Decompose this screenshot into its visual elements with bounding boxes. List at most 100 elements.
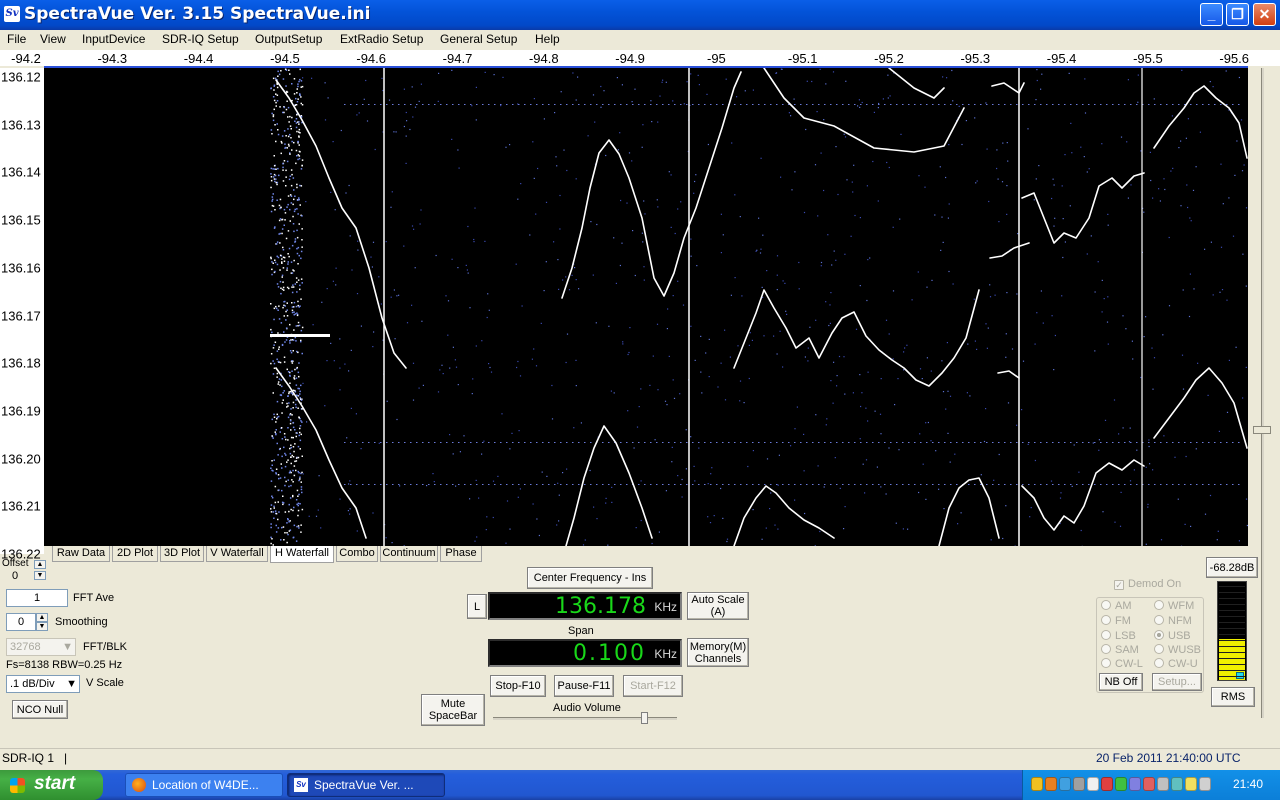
time-tick-label: 136.21 xyxy=(1,498,41,514)
pause-button[interactable]: Pause-F11 xyxy=(554,675,614,697)
radio-am[interactable]: AM xyxy=(1101,600,1132,612)
frequency-display[interactable]: 136.178 KHz xyxy=(488,592,682,620)
radio-wfm[interactable]: WFM xyxy=(1154,600,1194,612)
frequency-tick-label: -95.5 xyxy=(1133,51,1163,66)
close-button[interactable]: ✕ xyxy=(1253,3,1276,26)
mute-button[interactable]: Mute SpaceBar xyxy=(421,694,485,726)
memory-channels-button[interactable]: Memory(M) Channels xyxy=(687,638,749,667)
radio-cw-u[interactable]: CW-U xyxy=(1154,658,1198,670)
span-display[interactable]: 0.100 KHz xyxy=(488,639,682,667)
tab-combo[interactable]: Combo xyxy=(336,546,378,562)
window-title: SpectraVue Ver. 3.15 SpectraVue.ini xyxy=(24,4,371,24)
audio-volume-thumb[interactable] xyxy=(640,712,648,724)
tab-v-waterfall[interactable]: V Waterfall xyxy=(206,546,268,562)
demod-on-label: Demod On xyxy=(1128,578,1182,590)
radio-cw-l[interactable]: CW-L xyxy=(1101,658,1143,670)
fft-blk-value: 32768 xyxy=(10,641,41,653)
start-button[interactable]: Start-F12 xyxy=(623,675,683,697)
smoothing-input[interactable]: 0 xyxy=(6,613,36,631)
frequency-axis: -94.2 -94.3 -94.4 -94.5 -94.6 -94.7 -94.8 -94.9… xyxy=(0,50,1280,66)
tray-app-icon[interactable] xyxy=(1157,777,1169,791)
meter-segment xyxy=(1219,610,1245,611)
nco-null-button[interactable]: NCO Null xyxy=(12,700,68,719)
taskbar-item-label: SpectraVue Ver. ... xyxy=(314,778,414,792)
meter-segment xyxy=(1219,640,1245,641)
center-frequency-button[interactable]: Center Frequency - Ins xyxy=(527,567,653,589)
audio-volume-track[interactable] xyxy=(493,717,677,720)
radio-wusb[interactable]: WUSB xyxy=(1154,644,1201,656)
smoothing-up[interactable]: ▲ xyxy=(36,613,48,622)
meter-segment xyxy=(1219,634,1245,635)
nb-off-button[interactable]: NB Off xyxy=(1099,673,1143,691)
offset-down[interactable]: ▼ xyxy=(34,571,46,580)
minimize-button[interactable]: _ xyxy=(1200,3,1223,26)
slider-thumb[interactable] xyxy=(1253,426,1271,434)
tab-phase[interactable]: Phase xyxy=(440,546,482,562)
carrier-trace-6 xyxy=(733,485,835,546)
menu-general-setup[interactable]: General Setup xyxy=(440,32,517,46)
taskbar-firefox-item[interactable]: Location of W4DE... xyxy=(125,773,283,797)
tray-app-icon[interactable] xyxy=(1199,777,1211,791)
tray-app-icon[interactable] xyxy=(1129,777,1141,791)
tray-app-icon[interactable] xyxy=(1073,777,1085,791)
tray-app-icon[interactable] xyxy=(1087,777,1099,791)
tray-app-icon[interactable] xyxy=(1115,777,1127,791)
tray-app-icon[interactable] xyxy=(1143,777,1155,791)
fft-blk-select[interactable]: 32768 ▼ xyxy=(6,638,76,656)
offset-up[interactable]: ▲ xyxy=(34,560,46,569)
radio-wusb-label: WUSB xyxy=(1168,644,1201,656)
spectravue-app-icon[interactable]: Sv xyxy=(4,6,20,22)
carrier-trace-9 xyxy=(1021,459,1145,531)
v-scale-select[interactable]: .1 dB/Div ▼ xyxy=(6,675,80,693)
h-waterfall-display[interactable] xyxy=(44,68,1248,546)
auto-scale-button[interactable]: Auto Scale (A) xyxy=(687,592,749,620)
menu-inputdevice[interactable]: InputDevice xyxy=(82,32,145,46)
l-button[interactable]: L xyxy=(467,594,487,619)
offset-label: Offset xyxy=(2,558,29,569)
start-menu-button[interactable]: start xyxy=(0,770,103,800)
display-scale-slider[interactable] xyxy=(1248,68,1280,748)
demod-setup-button[interactable]: Setup... xyxy=(1152,673,1202,691)
spectravue-icon: Sv xyxy=(294,778,308,792)
menu-outputsetup[interactable]: OutputSetup xyxy=(255,32,322,46)
tray-app-icon[interactable] xyxy=(1185,777,1197,791)
radio-lsb[interactable]: LSB xyxy=(1101,630,1136,642)
rms-button[interactable]: RMS xyxy=(1211,687,1255,707)
demod-on-checkbox[interactable]: ✓ Demod On xyxy=(1114,578,1181,590)
meter-segment xyxy=(1219,586,1245,587)
tab-3d-plot[interactable]: 3D Plot xyxy=(160,546,204,562)
maximize-button[interactable]: ❐ xyxy=(1226,3,1249,26)
tab-raw-data[interactable]: Raw Data xyxy=(52,546,110,562)
taskbar-spectravue-item[interactable]: Sv SpectraVue Ver. ... xyxy=(287,773,445,797)
menu-file[interactable]: File xyxy=(7,32,26,46)
tray-app-icon[interactable] xyxy=(1045,777,1057,791)
menu-sdr-iq-setup[interactable]: SDR-IQ Setup xyxy=(162,32,239,46)
tray-app-icon[interactable] xyxy=(1031,777,1043,791)
span-label: Span xyxy=(568,625,594,637)
radio-usb[interactable]: USB xyxy=(1154,630,1191,642)
menu-view[interactable]: View xyxy=(40,32,66,46)
menu-help[interactable]: Help xyxy=(535,32,560,46)
menu-extradio-setup[interactable]: ExtRadio Setup xyxy=(340,32,423,46)
tray-app-icon[interactable] xyxy=(1059,777,1071,791)
frequency-tick-label: -95.2 xyxy=(874,51,904,66)
radio-fm[interactable]: FM xyxy=(1101,615,1131,627)
stop-button[interactable]: Stop-F10 xyxy=(490,675,546,697)
tab-continuum[interactable]: Continuum xyxy=(380,546,438,562)
meter-segment xyxy=(1219,670,1245,671)
tab-h-waterfall[interactable]: H Waterfall xyxy=(270,546,334,563)
tray-app-icon[interactable] xyxy=(1171,777,1183,791)
radio-nfm[interactable]: NFM xyxy=(1154,615,1192,627)
carrier-trace-16 xyxy=(997,370,1020,379)
v-scale-label: V Scale xyxy=(86,677,124,689)
tray-app-icon[interactable] xyxy=(1101,777,1113,791)
tab-2d-plot[interactable]: 2D Plot xyxy=(112,546,158,562)
radio-sam[interactable]: SAM xyxy=(1101,644,1139,656)
frequency-tick-label: -95.1 xyxy=(787,51,818,66)
radio-am-label: AM xyxy=(1115,600,1132,612)
meter-segment xyxy=(1219,592,1245,593)
fft-ave-input[interactable]: 1 xyxy=(6,589,68,607)
smoothing-down[interactable]: ▼ xyxy=(36,622,48,631)
radio-nfm-label: NFM xyxy=(1168,615,1192,627)
title-bar[interactable]: Sv SpectraVue Ver. 3.15 SpectraVue.ini _… xyxy=(0,0,1280,30)
